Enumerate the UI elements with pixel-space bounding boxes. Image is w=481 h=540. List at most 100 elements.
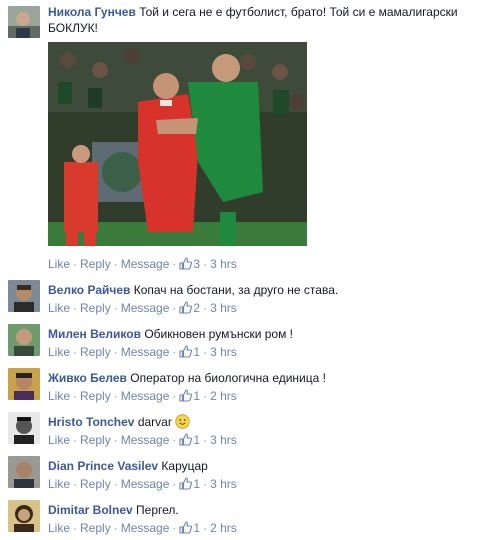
like-link[interactable]: Like: [48, 345, 70, 359]
like-link[interactable]: Like: [48, 257, 70, 271]
separator: ·: [73, 477, 78, 491]
message-link[interactable]: Message: [121, 257, 170, 271]
separator: ·: [113, 257, 118, 271]
avatar[interactable]: [8, 324, 40, 356]
separator: ·: [113, 433, 118, 447]
comment-actions: Like · Reply · Message · 1 · 2 hrs: [48, 388, 237, 404]
separator: ·: [203, 257, 208, 271]
avatar[interactable]: [8, 456, 40, 488]
comment-author[interactable]: Живко Белев: [48, 371, 127, 385]
separator: ·: [203, 301, 208, 315]
avatar[interactable]: [8, 280, 40, 312]
like-link[interactable]: Like: [48, 433, 70, 447]
timestamp[interactable]: 3 hrs: [210, 345, 237, 359]
reply-link[interactable]: Reply: [80, 389, 111, 403]
comment: Hristo Tonchev darvar Like · Reply · Message…: [0, 410, 481, 454]
separator: ·: [73, 433, 78, 447]
timestamp[interactable]: 3 hrs: [210, 257, 237, 271]
separator: ·: [172, 301, 177, 315]
separator: ·: [113, 477, 118, 491]
message-link[interactable]: Message: [121, 521, 170, 535]
reply-link[interactable]: Reply: [80, 477, 111, 491]
separator: ·: [73, 345, 78, 359]
separator: ·: [172, 477, 177, 491]
reply-link[interactable]: Reply: [80, 301, 111, 315]
separator: ·: [203, 521, 208, 535]
smiley-icon: [175, 414, 190, 433]
separator: ·: [203, 477, 208, 491]
comment-text: Обикновен румънски ром !: [144, 327, 294, 341]
comment-text: Оператор на биологична единица !: [130, 371, 326, 385]
comment-body: Dimitar Bolnev Пергел.: [48, 502, 473, 518]
comment: Dian Prince Vasilev Каруцар Like · Reply · M…: [0, 454, 481, 498]
separator: ·: [203, 345, 208, 359]
reply-link[interactable]: Reply: [80, 521, 111, 535]
message-link[interactable]: Message: [121, 345, 170, 359]
comment-author[interactable]: Dimitar Bolnev: [48, 503, 133, 517]
like-count[interactable]: 1: [179, 477, 200, 491]
thumbs-up-icon: [179, 389, 193, 406]
separator: ·: [73, 301, 78, 315]
like-link[interactable]: Like: [48, 477, 70, 491]
comment-author[interactable]: Dian Prince Vasilev: [48, 459, 158, 473]
comment: Живко Белев Оператор на биологична едини…: [0, 366, 481, 410]
reply-link[interactable]: Reply: [80, 257, 111, 271]
avatar[interactable]: [8, 412, 40, 444]
separator: ·: [172, 345, 177, 359]
like-link[interactable]: Like: [48, 301, 70, 315]
comment-text: darvar: [137, 415, 172, 429]
comment-author[interactable]: Hristo Tonchev: [48, 415, 134, 429]
timestamp[interactable]: 2 hrs: [210, 389, 237, 403]
avatar[interactable]: [8, 500, 40, 532]
thumbs-up-icon: [179, 257, 193, 274]
avatar[interactable]: [8, 6, 40, 38]
like-count[interactable]: 1: [179, 521, 200, 535]
thumbs-up-icon: [179, 433, 193, 450]
separator: ·: [172, 389, 177, 403]
comment-author[interactable]: Милен Великов: [48, 327, 141, 341]
message-link[interactable]: Message: [121, 301, 170, 315]
separator: ·: [113, 301, 118, 315]
separator: ·: [203, 389, 208, 403]
separator: ·: [113, 521, 118, 535]
message-link[interactable]: Message: [121, 477, 170, 491]
comment-body: Никола Гунчев Той и сега не е футболист,…: [48, 4, 473, 36]
comment-author[interactable]: Велко Райчев: [48, 283, 130, 297]
reply-link[interactable]: Reply: [80, 433, 111, 447]
comment-text: Каруцар: [161, 459, 208, 473]
avatar[interactable]: [8, 368, 40, 400]
comment-body: Hristo Tonchev darvar: [48, 414, 473, 433]
comment-actions: Like · Reply · Message · 1 · 3 hrs: [48, 344, 237, 360]
comment-actions: Like · Reply · Message · 1 · 2 hrs: [48, 520, 237, 536]
timestamp[interactable]: 3 hrs: [210, 433, 237, 447]
comment: Dimitar Bolnev Пергел. Like · Reply · Messag…: [0, 498, 481, 540]
like-count[interactable]: 2: [179, 301, 200, 315]
thumbs-up-icon: [179, 301, 193, 318]
timestamp[interactable]: 2 hrs: [210, 521, 237, 535]
like-link[interactable]: Like: [48, 389, 70, 403]
like-count[interactable]: 3: [179, 257, 200, 271]
message-link[interactable]: Message: [121, 389, 170, 403]
comment-body: Живко Белев Оператор на биологична едини…: [48, 370, 473, 386]
comment-author[interactable]: Никола Гунчев: [48, 5, 136, 19]
comment: Милен Великов Обикновен румънски ром ! L…: [0, 322, 481, 366]
comment-body: Велко Райчев Копач на бостани, за друго …: [48, 282, 473, 298]
separator: ·: [73, 389, 78, 403]
like-link[interactable]: Like: [48, 521, 70, 535]
timestamp[interactable]: 3 hrs: [210, 477, 237, 491]
reply-link[interactable]: Reply: [80, 345, 111, 359]
timestamp[interactable]: 3 hrs: [210, 301, 237, 315]
separator: ·: [172, 433, 177, 447]
message-link[interactable]: Message: [121, 433, 170, 447]
separator: ·: [73, 257, 78, 271]
separator: ·: [203, 433, 208, 447]
separator: ·: [113, 389, 118, 403]
comment-actions: Like · Reply · Message · 1 · 3 hrs: [48, 432, 237, 448]
comment-photo[interactable]: [48, 42, 307, 246]
like-count[interactable]: 1: [179, 345, 200, 359]
separator: ·: [73, 521, 78, 535]
comment-actions: Like · Reply · Message · 3 · 3 hrs: [48, 256, 237, 272]
like-count[interactable]: 1: [179, 389, 200, 403]
thumbs-up-icon: [179, 345, 193, 362]
like-count[interactable]: 1: [179, 433, 200, 447]
